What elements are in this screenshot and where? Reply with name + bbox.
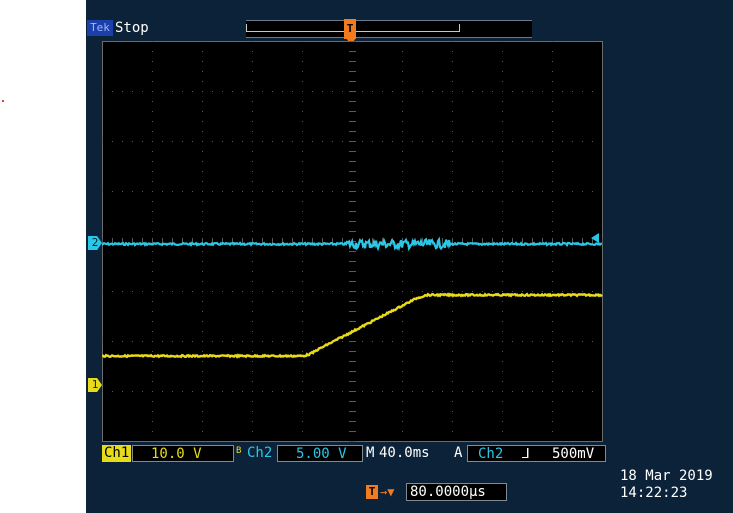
- trigger-level: 500mV: [552, 446, 595, 462]
- graticule-grid: [101, 41, 603, 442]
- horizontal-offset-icon: T: [366, 485, 378, 499]
- oscilloscope-display: Tek Stop T T 2 1 Ch1 10.0 V B Ch2 5.00 V…: [86, 0, 733, 513]
- ch1-ground-marker[interactable]: 1: [88, 378, 102, 392]
- ch2-ground-marker[interactable]: 2: [88, 236, 102, 250]
- horizontal-offset-value: 80.0000µs: [410, 484, 486, 500]
- ch1-scale: 10.0 V: [151, 446, 202, 462]
- ch2-label[interactable]: Ch2: [245, 445, 274, 462]
- record-length-bar: [246, 20, 532, 38]
- trigger-box[interactable]: Ch2 ⅃ 500mV: [467, 445, 606, 462]
- timebase-label: M: [366, 445, 375, 461]
- trigger-position-icon[interactable]: T: [344, 19, 356, 39]
- time-readout: 14:22:23: [620, 485, 688, 501]
- trigger-source: Ch2: [478, 446, 504, 462]
- bandwidth-limit-icon: B: [236, 446, 242, 456]
- offset-t-letter: T: [368, 485, 376, 498]
- ch1-scale-box[interactable]: 10.0 V: [132, 445, 234, 462]
- ch1-label[interactable]: Ch1: [102, 445, 132, 462]
- trigger-level-marker[interactable]: [591, 233, 599, 243]
- status-bar: Ch1 10.0 V B Ch2 5.00 V M 40.0ms A Ch2 ⅃…: [102, 445, 606, 463]
- date-readout: 18 Mar 2019: [620, 468, 713, 484]
- ch2-trace: [101, 236, 603, 252]
- offset-arrow-icon: →▼: [380, 485, 395, 499]
- timebase-value[interactable]: 40.0ms: [379, 445, 430, 462]
- ch1-trace: [101, 292, 603, 359]
- run-state: Stop: [115, 20, 149, 36]
- acquisition-mode: A: [454, 445, 463, 461]
- stray-dot: [2, 100, 4, 102]
- ch2-scale: 5.00 V: [296, 446, 347, 462]
- tek-logo: Tek: [87, 20, 113, 36]
- rising-edge-icon: ⅃: [522, 446, 530, 462]
- horizontal-offset-box[interactable]: 80.0000µs: [406, 483, 507, 501]
- ch2-scale-box[interactable]: 5.00 V: [277, 445, 363, 462]
- graticule: [101, 41, 603, 442]
- trigger-position-letter: T: [346, 22, 354, 35]
